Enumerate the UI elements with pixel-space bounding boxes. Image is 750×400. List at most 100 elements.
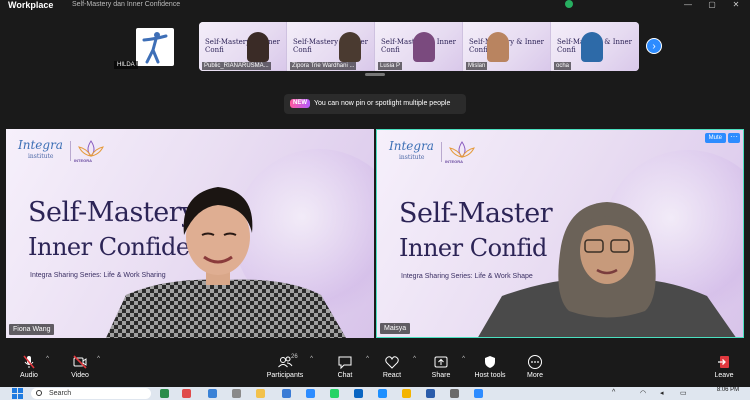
taskbar-app-icon[interactable] — [208, 389, 217, 398]
battery-icon[interactable]: ▭ — [680, 389, 687, 397]
word-icon[interactable] — [426, 389, 435, 398]
participant-name: Lusia P — [378, 62, 403, 70]
taskbar-app-icon[interactable] — [282, 389, 291, 398]
heart-icon — [385, 356, 399, 369]
search-icon — [36, 390, 42, 396]
more-options-button[interactable]: ··· — [728, 133, 740, 143]
more-button[interactable]: More — [513, 354, 557, 379]
windows-taskbar: Search ^ ◠ ◂ ▭ 8:06 PM — [0, 387, 750, 400]
leave-label: Leave — [714, 372, 734, 379]
participant-name-label: Maisya — [380, 323, 411, 334]
audio-button[interactable]: Audio ^ — [7, 354, 51, 379]
chevron-up-icon[interactable]: ^ — [310, 356, 313, 362]
title-bar: Workplace Self-Mastery dan Inner Confide… — [0, 0, 750, 12]
share-screen-icon — [434, 356, 448, 368]
dancer-avatar-icon — [142, 32, 168, 64]
microphone-muted-icon — [23, 355, 35, 369]
taskbar-search-box[interactable]: Search — [31, 388, 151, 399]
integra-logo: Integra institute — [389, 139, 434, 161]
taskbar-app-icon[interactable] — [182, 389, 191, 398]
new-badge: NEW — [290, 98, 310, 108]
security-shield-icon[interactable] — [565, 0, 573, 8]
thumbnail-slide-title: Self-Mastery & Inner Confi — [469, 38, 545, 54]
self-view-avatar[interactable] — [136, 28, 174, 66]
speaker-video-fiona — [106, 187, 346, 338]
integra-logo: Integra institute — [18, 138, 63, 160]
minimize-button[interactable]: — — [678, 0, 698, 10]
participant-video — [581, 32, 603, 62]
chat-button[interactable]: Chat ^ — [323, 354, 369, 379]
participant-name: Mislan — [466, 62, 488, 70]
react-label: React — [382, 372, 402, 379]
taskbar-clock[interactable]: 8:06 PM — [710, 387, 746, 394]
close-button[interactable]: ✕ — [726, 0, 746, 10]
video-tile-maisya[interactable]: Integra institute INTEGRA Self-Master Inn… — [376, 129, 744, 338]
video-tile-fiona[interactable]: Integra institute INTEGRA Self-Mastery In… — [6, 129, 374, 338]
gallery-thumbnail[interactable]: Self-Mastery & Inner Confi Zipora Trie W… — [287, 22, 375, 71]
participants-label: Participants — [266, 372, 304, 379]
zoom-app-icon[interactable] — [306, 389, 315, 398]
self-view-name: HILDA — [114, 61, 138, 69]
thumbnail-slide-title: Self-Mastery & Inner Confi — [205, 38, 281, 54]
host-tools-button[interactable]: Host tools — [468, 354, 512, 379]
gallery-thumbnail[interactable]: Self-Mastery & Inner Confi Mislan — [463, 22, 551, 71]
taskbar-app-icon[interactable] — [354, 389, 363, 398]
participant-video — [339, 32, 361, 62]
search-placeholder: Search — [49, 390, 72, 397]
taskbar-app-icon[interactable] — [474, 389, 483, 398]
wifi-icon[interactable]: ◠ — [640, 389, 646, 397]
lotus-label: INTEGRA — [445, 159, 463, 164]
thumbnail-slide-title: Self-Mastery & Inner Confi — [293, 38, 369, 54]
leave-button[interactable]: Leave — [702, 354, 746, 379]
participant-video — [487, 32, 509, 62]
video-button[interactable]: Video ^ — [58, 354, 102, 379]
speaker-video-maisya — [478, 202, 736, 337]
taskbar-app-icon[interactable] — [160, 389, 169, 398]
participant-name: ocha — [554, 62, 572, 70]
windows-start-icon[interactable] — [12, 388, 23, 399]
clock-time: 8:06 PM — [716, 387, 740, 393]
gallery-resize-handle[interactable] — [365, 73, 385, 76]
speaker-icon[interactable]: ◂ — [660, 389, 664, 397]
zoom-meeting-window: Workplace Self-Mastery dan Inner Confide… — [0, 0, 750, 400]
chevron-up-icon[interactable]: ^ — [46, 356, 49, 362]
ellipsis-icon — [528, 355, 542, 369]
participants-button[interactable]: 26 Participants ^ — [263, 354, 313, 379]
share-label: Share — [431, 372, 451, 379]
chevron-up-icon[interactable]: ^ — [97, 356, 100, 362]
share-button[interactable]: Share ^ — [419, 354, 465, 379]
taskbar-app-icon[interactable] — [232, 389, 241, 398]
chevron-up-icon[interactable]: ^ — [612, 389, 615, 396]
chrome-icon[interactable] — [402, 389, 411, 398]
whatsapp-icon[interactable] — [330, 389, 339, 398]
gallery-thumbnail[interactable]: Self-Mastery & Inner Confi Public_RIANAR… — [199, 22, 287, 71]
gallery-thumbnail[interactable]: Self-Mastery & Inner Confi Lusia P — [375, 22, 463, 71]
participant-video — [247, 32, 269, 62]
chevron-up-icon[interactable]: ^ — [366, 356, 369, 362]
participants-count: 26 — [291, 354, 298, 360]
chevron-up-icon[interactable]: ^ — [462, 356, 465, 362]
react-button[interactable]: React ^ — [370, 354, 416, 379]
chevron-up-icon[interactable]: ^ — [413, 356, 416, 362]
leave-door-icon — [718, 356, 729, 368]
maximize-button[interactable]: ▢ — [702, 0, 722, 10]
more-label: More — [527, 372, 543, 379]
gallery-strip: Self-Mastery & Inner Confi Public_RIANAR… — [199, 22, 639, 71]
chat-bubble-icon — [338, 356, 352, 370]
taskbar-app-icon[interactable] — [378, 389, 387, 398]
meeting-toolbar: Audio ^ Video ^ 26 Participants ^ Chat ^ — [0, 350, 750, 384]
app-name: Workplace — [8, 0, 54, 10]
logo-divider — [441, 142, 442, 162]
mute-participant-button[interactable]: Mute — [704, 133, 726, 143]
participant-name: Public_RIANARUSMA... — [202, 62, 271, 70]
gallery-thumbnail[interactable]: Self-Mastery & Inner Confi ocha — [551, 22, 639, 71]
host-tools-label: Host tools — [474, 372, 506, 379]
participant-name: Zipora Trie Wardhani ... — [290, 62, 357, 70]
folder-icon[interactable] — [256, 389, 265, 398]
next-page-button[interactable]: › — [646, 38, 662, 54]
feature-notice: NEW You can now pin or spotlight multiple… — [284, 94, 466, 114]
lotus-label: INTEGRA — [74, 158, 92, 163]
taskbar-app-icon[interactable] — [450, 389, 459, 398]
chat-label: Chat — [337, 372, 353, 379]
camera-off-icon — [73, 355, 87, 369]
